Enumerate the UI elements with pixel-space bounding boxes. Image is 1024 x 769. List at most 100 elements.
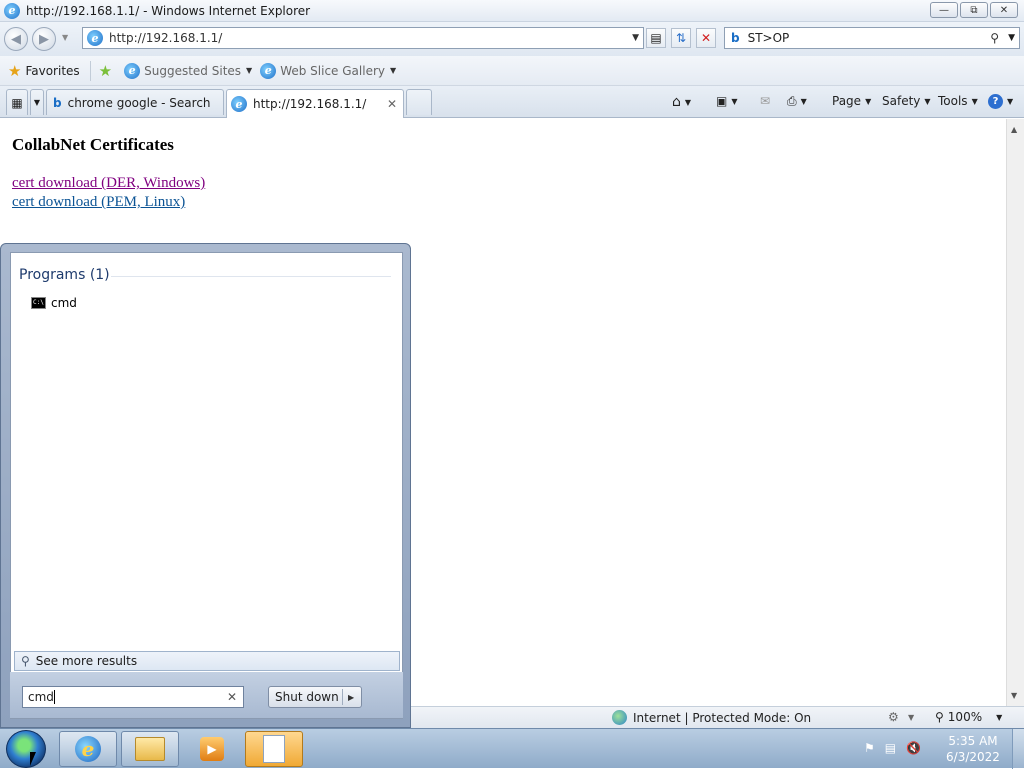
notification-area: ⚑ ▤ 🔇 (864, 741, 921, 755)
read-mail-icon[interactable]: ✉ (760, 94, 770, 108)
chevron-down-icon: ▼ (924, 96, 931, 106)
home-icon[interactable]: ⌂ ▼ (672, 94, 691, 110)
cert-download-der-link[interactable]: cert download (DER, Windows) (12, 175, 205, 192)
quick-tabs-button[interactable]: ▦ (6, 89, 28, 115)
zoom-control[interactable]: ⚲ 100% ▼ (935, 710, 1002, 724)
tab-192-168-1-1[interactable]: e http://192.168.1.1/ ✕ (226, 89, 404, 118)
close-tab-icon[interactable]: ✕ (387, 97, 397, 111)
minimize-button[interactable]: — (930, 2, 958, 18)
network-icon[interactable]: ▤ (885, 741, 896, 755)
search-input[interactable]: ST>OP (748, 31, 790, 45)
page-menu-label: Page (832, 94, 862, 108)
shutdown-divider (342, 689, 343, 705)
scroll-up-icon[interactable]: ▲ (1011, 125, 1017, 134)
start-button[interactable] (6, 730, 46, 768)
chevron-down-icon[interactable]: ▼ (908, 713, 914, 722)
stop-icon[interactable]: ✕ (696, 28, 716, 48)
safety-menu[interactable]: Safety ▼ (882, 94, 931, 108)
cert-download-pem-link[interactable]: cert download (PEM, Linux) (12, 194, 185, 211)
suggested-sites-button[interactable]: e Suggested Sites ▼ (124, 62, 252, 79)
add-to-favorites-icon[interactable]: ★ (99, 62, 112, 80)
start-menu: Programs (1) C:\ cmd ⚲ See more results … (0, 243, 411, 728)
favorites-label: Favorites (25, 63, 80, 78)
address-input[interactable]: http://192.168.1.1/ (109, 31, 222, 45)
chevron-down-icon: ▼ (996, 712, 1003, 722)
scroll-down-icon[interactable]: ▼ (1011, 691, 1017, 700)
recent-pages-dropdown-icon[interactable]: ▼ (62, 33, 68, 42)
taskbar-notepad[interactable] (245, 731, 303, 767)
start-menu-footer: cmd ✕ Shut down ▶ (10, 672, 403, 718)
chevron-down-icon: ▼ (865, 96, 872, 106)
cmd-icon: C:\ (31, 297, 46, 309)
taskbar-windows-explorer[interactable] (121, 731, 179, 767)
close-window-button[interactable]: ✕ (990, 2, 1018, 18)
text-caret (53, 690, 55, 704)
program-result-label: cmd (51, 296, 77, 310)
clock[interactable]: 5:35 AM 6/3/2022 (940, 733, 1006, 765)
clear-search-icon[interactable]: ✕ (227, 690, 237, 704)
start-search-input[interactable]: cmd ✕ (22, 686, 244, 708)
program-result-cmd[interactable]: C:\ cmd (31, 296, 77, 310)
taskbar-internet-explorer[interactable]: e (59, 731, 117, 767)
zone-text: Internet | Protected Mode: On (633, 710, 812, 725)
media-player-icon: ▶ (200, 737, 224, 761)
search-icon[interactable]: ⚲ (990, 31, 999, 45)
favbar-separator (89, 60, 91, 81)
favorites-button[interactable]: ★ Favorites (8, 62, 80, 80)
refresh-icon[interactable]: ⇅ (671, 28, 691, 48)
back-button[interactable]: ◀ (4, 27, 28, 51)
volume-muted-icon[interactable]: 🔇 (906, 741, 921, 755)
see-more-results-button[interactable]: ⚲ See more results (14, 651, 400, 671)
security-zone[interactable]: Internet | Protected Mode: On (612, 710, 811, 725)
show-desktop-button[interactable] (1012, 729, 1024, 769)
tab-chrome-google-search[interactable]: b chrome google - Search (46, 89, 224, 115)
window-controls: — ⧉ ✕ (930, 2, 1018, 18)
popup-blocker-icon[interactable]: ⚙ (888, 710, 899, 724)
help-menu[interactable]: ? ▼ (988, 94, 1013, 109)
web-slice-gallery-button[interactable]: e Web Slice Gallery ▼ (260, 62, 397, 79)
globe-icon (612, 710, 627, 725)
tab-list-button[interactable]: ▼ (30, 89, 44, 115)
chevron-down-icon: ▼ (731, 96, 738, 106)
search-box[interactable]: b ST>OP ⚲ ▼ (724, 27, 1020, 49)
mouse-cursor (30, 752, 36, 766)
print-icon[interactable]: ⎙ ▼ (787, 94, 807, 109)
page-heading: CollabNet Certificates (12, 135, 174, 154)
bing-tab-icon: b (53, 95, 62, 110)
compatibility-view-icon[interactable]: ▤ (646, 28, 666, 48)
search-dropdown-icon[interactable]: ▼ (1008, 33, 1015, 43)
tab-label: chrome google - Search (67, 95, 211, 110)
shutdown-options-icon[interactable]: ▶ (348, 693, 354, 702)
address-bar[interactable]: e http://192.168.1.1/ ▼ (82, 27, 644, 49)
forward-button[interactable]: ▶ (32, 27, 56, 51)
window-title: http://192.168.1.1/ - Windows Internet E… (26, 3, 311, 18)
chevron-down-icon: ▼ (389, 66, 397, 75)
shutdown-button[interactable]: Shut down ▶ (268, 686, 362, 708)
shutdown-label: Shut down (275, 690, 339, 704)
bing-icon: b (731, 31, 740, 45)
tab-label: http://192.168.1.1/ (253, 97, 367, 111)
ie-app-icon[interactable]: e (4, 2, 20, 19)
start-search-value[interactable]: cmd (28, 690, 54, 704)
safety-menu-label: Safety (882, 94, 921, 108)
title-bar: e http://192.168.1.1/ - Windows Internet… (0, 0, 1024, 22)
tools-menu[interactable]: Tools ▼ (938, 94, 978, 108)
page-menu[interactable]: Page ▼ (832, 94, 871, 108)
navigation-bar: ◀ ▶ ▼ e http://192.168.1.1/ ▼ ▤ ⇅ ✕ b ST… (0, 22, 1024, 56)
search-icon: ⚲ (21, 654, 30, 668)
chevron-down-icon: ▼ (33, 98, 41, 107)
taskbar-media-player[interactable]: ▶ (183, 731, 241, 767)
address-dropdown-icon[interactable]: ▼ (632, 33, 639, 43)
notepad-icon (263, 735, 285, 763)
chevron-down-icon: ▼ (800, 97, 807, 106)
new-tab-button[interactable] (406, 89, 432, 115)
vertical-scrollbar[interactable]: ▲ ▼ (1006, 119, 1024, 706)
tab-ie-icon: e (231, 96, 247, 112)
favorites-star-icon: ★ (8, 61, 22, 80)
action-center-flag-icon[interactable]: ⚑ (864, 741, 875, 755)
feeds-icon[interactable]: ▣ ▼ (716, 94, 738, 108)
clock-date: 6/3/2022 (946, 750, 1000, 764)
zoom-level: 100% (947, 710, 983, 724)
restore-button[interactable]: ⧉ (960, 2, 988, 18)
suggested-sites-icon: e (124, 62, 141, 79)
